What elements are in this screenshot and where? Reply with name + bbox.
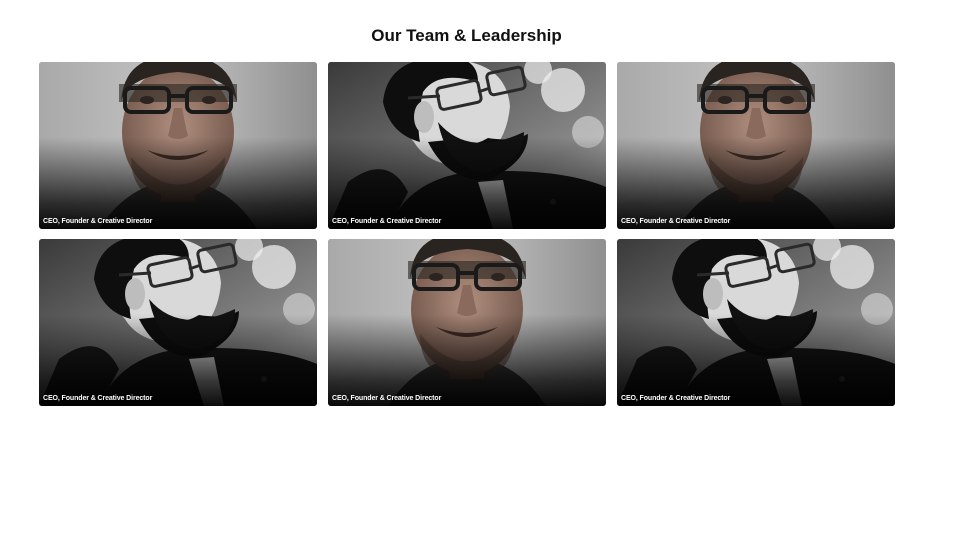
team-card[interactable]: CEO, Founder & Creative Director	[39, 239, 317, 406]
team-card[interactable]: CEO, Founder & Creative Director	[328, 62, 606, 229]
team-card[interactable]: CEO, Founder & Creative Director	[617, 239, 895, 406]
photo-overlay	[617, 239, 895, 406]
photo-overlay	[617, 62, 895, 229]
member-role: CEO, Founder & Creative Director	[621, 395, 731, 402]
member-role: CEO, Founder & Creative Director	[43, 395, 153, 402]
team-page: Our Team & Leadership CEO, Founder & Cre…	[0, 0, 960, 540]
team-card[interactable]: CEO, Founder & Creative Director	[39, 62, 317, 229]
photo-overlay	[39, 239, 317, 406]
member-role: CEO, Founder & Creative Director	[621, 218, 731, 225]
team-grid: CEO, Founder & Creative Director CEO, Fo…	[39, 62, 895, 406]
page-title: Our Team & Leadership	[371, 26, 562, 45]
member-role: CEO, Founder & Creative Director	[332, 218, 442, 225]
member-role: CEO, Founder & Creative Director	[332, 395, 442, 402]
member-role: CEO, Founder & Creative Director	[43, 218, 153, 225]
team-card[interactable]: CEO, Founder & Creative Director	[617, 62, 895, 229]
team-card[interactable]: CEO, Founder & Creative Director	[328, 239, 606, 406]
photo-overlay	[328, 62, 606, 229]
photo-overlay	[328, 239, 606, 406]
photo-overlay	[39, 62, 317, 229]
